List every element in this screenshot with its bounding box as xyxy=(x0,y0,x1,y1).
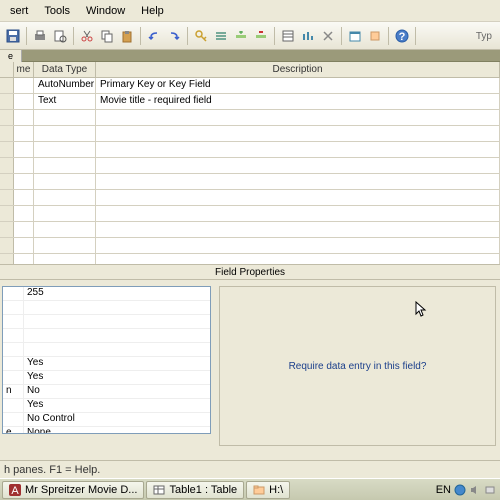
svg-text:?: ? xyxy=(399,31,406,43)
property-row[interactable] xyxy=(3,315,210,329)
tray-icon-2[interactable] xyxy=(484,484,496,496)
type-help-box: Typ xyxy=(476,30,494,42)
copy-icon[interactable] xyxy=(98,26,116,46)
grid-row[interactable] xyxy=(0,206,500,222)
property-row[interactable] xyxy=(3,301,210,315)
paste-icon[interactable] xyxy=(118,26,136,46)
grid-row[interactable] xyxy=(0,142,500,158)
menu-help[interactable]: Help xyxy=(133,2,172,20)
property-row[interactable]: 255 xyxy=(3,287,210,301)
grid-row[interactable] xyxy=(0,254,500,264)
grid-row[interactable] xyxy=(0,238,500,254)
grid-header-row: me Data Type Description xyxy=(0,62,500,78)
property-row[interactable] xyxy=(3,329,210,343)
grid-row[interactable] xyxy=(0,222,500,238)
grid-row[interactable] xyxy=(0,174,500,190)
delete-row-icon[interactable] xyxy=(252,26,270,46)
cut-icon[interactable] xyxy=(78,26,96,46)
undo-icon[interactable] xyxy=(145,26,163,46)
language-indicator[interactable]: EN xyxy=(436,484,451,496)
new-object-icon[interactable] xyxy=(366,26,384,46)
svg-text:A: A xyxy=(11,485,19,496)
menu-insert[interactable]: sert xyxy=(2,2,36,20)
taskbar-item-access[interactable]: A Mr Spreitzer Movie D... xyxy=(2,481,144,499)
field-properties-pane: 255YesYesnNoYesNo ControleNone Require d… xyxy=(0,280,500,450)
property-row[interactable]: Yes xyxy=(3,399,210,413)
mouse-cursor-icon xyxy=(415,301,429,319)
preview-icon[interactable] xyxy=(51,26,69,46)
property-row[interactable]: eNone xyxy=(3,427,210,434)
system-tray: EN xyxy=(436,484,498,496)
property-help-text: Require data entry in this field? xyxy=(289,361,427,372)
properties-icon[interactable] xyxy=(279,26,297,46)
property-row[interactable] xyxy=(3,343,210,357)
help-icon[interactable]: ? xyxy=(393,26,411,46)
taskbar-item-explorer[interactable]: H:\ xyxy=(246,481,290,499)
builder-icon[interactable] xyxy=(319,26,337,46)
property-sheet[interactable]: 255YesYesnNoYesNo ControleNone xyxy=(2,286,211,434)
grid-row[interactable]: AutoNumberPrimary Key or Key Field xyxy=(0,78,500,94)
tray-icon[interactable] xyxy=(454,484,466,496)
indexes-icon[interactable] xyxy=(299,26,317,46)
menu-bar: sert Tools Window Help xyxy=(0,0,500,22)
database-window-icon[interactable] xyxy=(346,26,364,46)
col-header-fieldname[interactable]: me xyxy=(14,62,34,77)
document-tab-strip: e xyxy=(0,50,500,62)
status-bar: h panes. F1 = Help. xyxy=(0,460,500,478)
save-icon[interactable] xyxy=(4,26,22,46)
tray-volume-icon[interactable] xyxy=(469,484,481,496)
print-icon[interactable] xyxy=(31,26,49,46)
col-header-datatype[interactable]: Data Type xyxy=(34,62,96,77)
document-tab[interactable]: e xyxy=(0,50,22,62)
key-icon[interactable] xyxy=(192,26,210,46)
grid-row[interactable]: TextMovie title - required field xyxy=(0,94,500,110)
property-row[interactable]: Yes xyxy=(3,371,210,385)
property-row[interactable]: Yes xyxy=(3,357,210,371)
grid-row[interactable] xyxy=(0,190,500,206)
col-header-description[interactable]: Description xyxy=(96,62,500,77)
menu-window[interactable]: Window xyxy=(78,2,133,20)
windows-taskbar: A Mr Spreitzer Movie D... Table1 : Table… xyxy=(0,478,500,500)
rows-icon[interactable] xyxy=(212,26,230,46)
field-properties-header: Field Properties xyxy=(0,264,500,280)
insert-row-icon[interactable] xyxy=(232,26,250,46)
grid-row[interactable] xyxy=(0,126,500,142)
property-row[interactable]: No Control xyxy=(3,413,210,427)
toolbar: ? Typ xyxy=(0,22,500,50)
property-help-panel: Require data entry in this field? xyxy=(219,286,496,446)
redo-icon[interactable] xyxy=(165,26,183,46)
menu-tools[interactable]: Tools xyxy=(36,2,78,20)
grid-row[interactable] xyxy=(0,158,500,174)
taskbar-item-table[interactable]: Table1 : Table xyxy=(146,481,244,499)
grid-row[interactable] xyxy=(0,110,500,126)
property-row[interactable]: nNo xyxy=(3,385,210,399)
table-design-grid[interactable]: me Data Type Description AutoNumberPrima… xyxy=(0,62,500,264)
